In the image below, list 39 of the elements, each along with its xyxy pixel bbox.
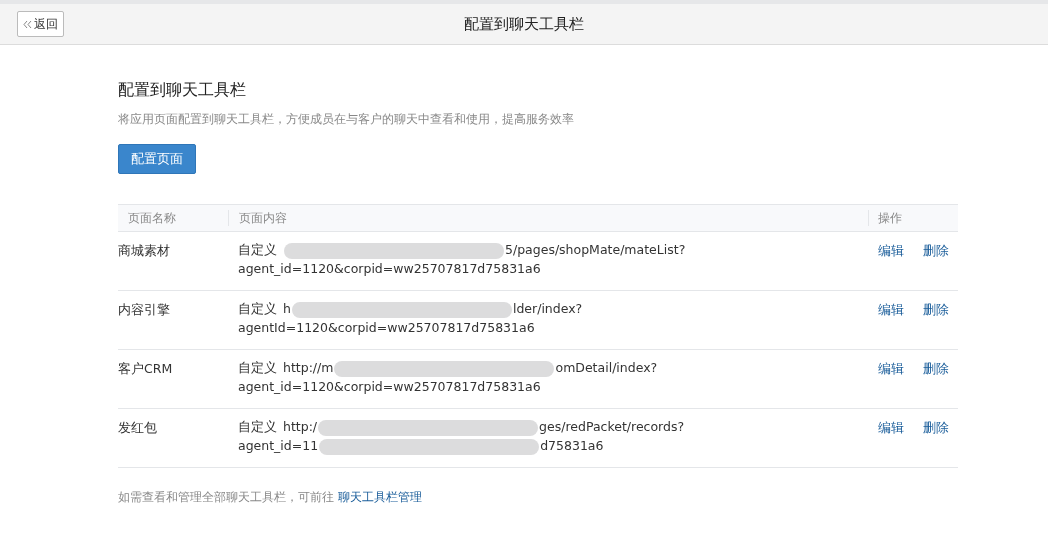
url-text: http://m <box>283 359 334 378</box>
page-type: 自定义 <box>238 241 277 260</box>
double-chevron-left-icon <box>23 19 32 29</box>
delete-link[interactable]: 删除 <box>923 242 949 261</box>
url-text: agent_id=11 <box>238 437 319 456</box>
delete-link[interactable]: 删除 <box>923 301 949 320</box>
column-header: 页面名称 <box>128 210 176 227</box>
url-text: http:/ <box>283 418 318 437</box>
url-text: agent_id=1120&corpid=ww25707817d75831a6 <box>238 260 541 279</box>
edit-link[interactable]: 编辑 <box>878 242 904 261</box>
edit-link[interactable]: 编辑 <box>878 301 904 320</box>
toolbar-management-link[interactable]: 聊天工具栏管理 <box>338 488 422 506</box>
page-name: 客户CRM <box>118 361 173 376</box>
url-text: omDetail/index? <box>555 359 658 378</box>
page-name: 商城素材 <box>118 243 170 258</box>
url-text: agent_id=1120&corpid=ww25707817d75831a6 <box>238 378 541 397</box>
page-type: 自定义 <box>238 418 277 437</box>
page-title: 配置到聊天工具栏 <box>464 13 584 35</box>
configure-page-button[interactable]: 配置页面 <box>118 144 196 174</box>
url-text: lder/index? <box>512 300 583 319</box>
back-button[interactable]: 返回 <box>17 11 64 37</box>
column-header: 页面内容 <box>239 210 287 227</box>
url-text: agentId=1120&corpid=ww25707817d75831a6 <box>238 319 535 338</box>
page-type: 自定义 <box>238 359 277 378</box>
url-text: d75831a6 <box>540 437 604 456</box>
page-name: 内容引擎 <box>118 302 170 317</box>
page-type: 自定义 <box>238 300 277 319</box>
url-text: h <box>283 300 291 319</box>
delete-link[interactable]: 删除 <box>923 360 949 379</box>
page-name: 发红包 <box>118 420 157 435</box>
footer-text: 如需查看和管理全部聊天工具栏，可前往 <box>118 489 334 506</box>
url-text: ges/redPacket/records? <box>539 418 685 437</box>
edit-link[interactable]: 编辑 <box>878 360 904 379</box>
column-header: 操作 <box>878 210 902 227</box>
url-text: 5/pages/shopMate/mateList? <box>505 241 686 260</box>
section-description: 将应用页面配置到聊天工具栏，方便成员在与客户的聊天中查看和使用，提高服务效率 <box>118 111 574 128</box>
section-title: 配置到聊天工具栏 <box>118 79 246 101</box>
delete-link[interactable]: 删除 <box>923 419 949 438</box>
edit-link[interactable]: 编辑 <box>878 419 904 438</box>
